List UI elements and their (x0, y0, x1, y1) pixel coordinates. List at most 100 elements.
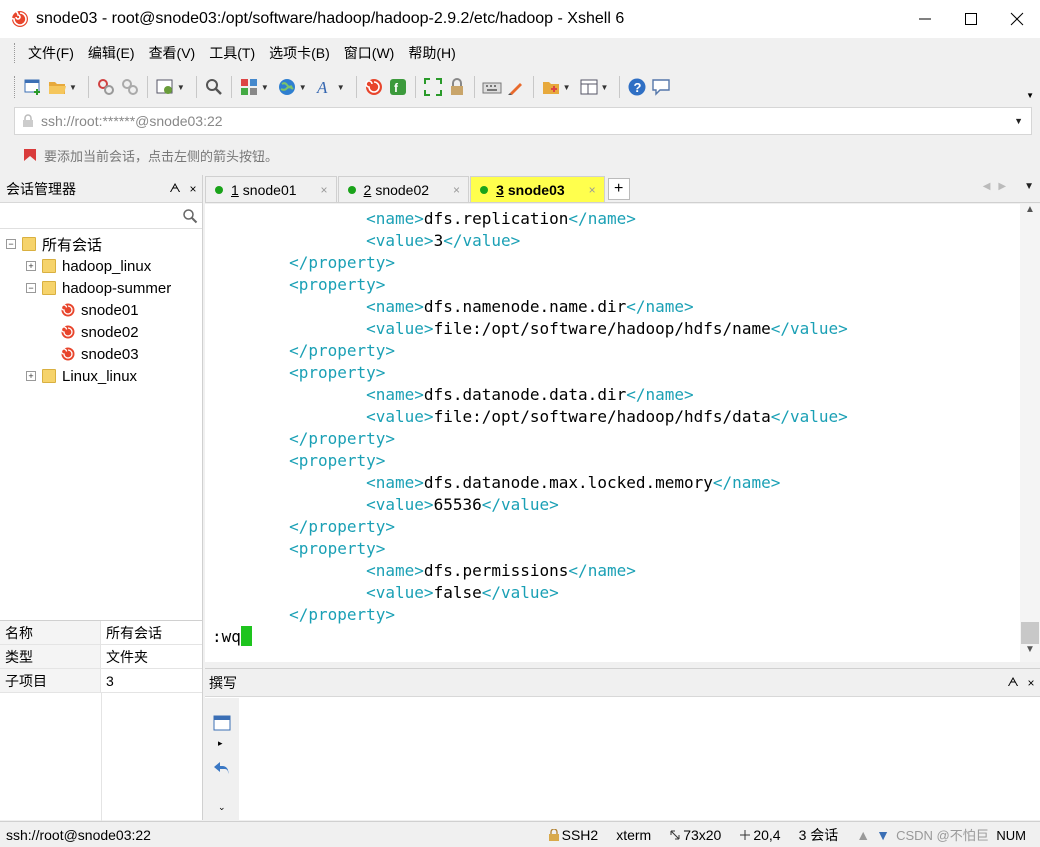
lock-button[interactable] (447, 74, 467, 100)
disconnect-button[interactable] (120, 74, 140, 100)
tree-session-snode02[interactable]: snode02 (0, 321, 202, 343)
toolbar-separator (87, 76, 89, 98)
font-dropdown-icon[interactable]: ▼ (337, 83, 345, 92)
tab-close-icon[interactable]: × (589, 183, 596, 197)
encoding-dropdown-icon[interactable]: ▼ (299, 83, 307, 92)
xftp-icon: f (389, 79, 406, 95)
status-upload-icon[interactable]: ▲ (856, 827, 870, 843)
encoding-button[interactable]: ▼ (277, 74, 311, 100)
tree-label: snode01 (81, 301, 139, 319)
menu-view[interactable]: 查看(V) (142, 38, 203, 68)
tree-folder-hadoop-linux[interactable]: + hadoop_linux (0, 255, 202, 277)
tree-expander[interactable]: + (26, 261, 36, 271)
bookmark-arrow-icon[interactable] (22, 147, 38, 163)
menu-help[interactable]: 帮助(H) (401, 38, 462, 68)
tab-list-dropdown-icon[interactable]: ▼ (1024, 181, 1034, 192)
keyboard-button[interactable] (482, 74, 502, 100)
open-dropdown-icon[interactable]: ▼ (69, 83, 77, 92)
compose-more-icon[interactable]: ⌄ (218, 802, 226, 813)
compose-expand-icon[interactable]: ▸ (218, 738, 223, 749)
pin-icon[interactable]: ᗅ (1004, 675, 1022, 690)
tree-label: snode03 (81, 345, 139, 363)
tab-snode02[interactable]: 2 snode02 × (337, 176, 470, 202)
search-icon[interactable] (182, 208, 198, 224)
xml-open-tag: <name> (366, 209, 424, 228)
xshell-button[interactable] (364, 74, 384, 100)
tab-close-icon[interactable]: × (453, 183, 460, 197)
help-button[interactable]: ? (627, 74, 647, 100)
tree-label: hadoop-summer (62, 279, 172, 297)
properties-button[interactable]: ▼ (155, 74, 189, 100)
close-button[interactable] (994, 0, 1040, 38)
layout-button[interactable]: ▼ (239, 74, 273, 100)
tree-root[interactable]: − 所有会话 (0, 233, 202, 255)
minimize-button[interactable] (902, 0, 948, 38)
panel-close-icon[interactable]: × (184, 182, 202, 196)
tree-folder-hadoop-summer[interactable]: − hadoop-summer (0, 277, 202, 299)
terminal-output[interactable]: <name>dfs.replication</name> <value>3</v… (205, 204, 1020, 662)
layout-dropdown-icon[interactable]: ▼ (261, 83, 269, 92)
xml-close-tag: </value> (481, 495, 559, 514)
menu-tools[interactable]: 工具(T) (202, 38, 262, 68)
tab-prev-icon[interactable]: ◀ (983, 181, 991, 192)
tab-close-icon[interactable]: × (321, 183, 328, 197)
session-search-input[interactable] (0, 203, 182, 228)
tree-label: 所有会话 (42, 236, 103, 254)
scroll-up-icon[interactable]: ▲ (1020, 204, 1040, 222)
xml-text: file:/opt/software/hadoop/hdfs/data (433, 407, 771, 426)
tree-session-snode03[interactable]: snode03 (0, 343, 202, 365)
xftp-button[interactable]: f (388, 74, 408, 100)
session-icon (60, 325, 75, 339)
status-download-icon[interactable]: ▼ (876, 827, 890, 843)
xml-open-tag: <value> (366, 319, 434, 338)
tab-next-icon[interactable]: ▶ (998, 181, 1006, 192)
session-tree: − 所有会话 + hadoop_linux − hadoop-summer sn… (0, 229, 202, 387)
window-layout-dropdown-icon[interactable]: ▼ (601, 83, 609, 92)
scroll-thumb[interactable] (1021, 622, 1039, 644)
add-tab-button[interactable]: + (607, 178, 630, 200)
connect-button[interactable] (96, 74, 116, 100)
folder-dropdown-icon[interactable]: ▼ (563, 83, 571, 92)
tab-snode03[interactable]: 3 snode03 × (470, 176, 605, 202)
session-icon (60, 347, 75, 361)
fullscreen-button[interactable] (423, 74, 443, 100)
open-session-button[interactable]: ▼ (47, 74, 81, 100)
window-layout-button[interactable]: ▼ (579, 74, 613, 100)
toolbar-overflow-icon[interactable]: ▼ (1026, 91, 1034, 100)
terminal-line: </property> (212, 428, 1020, 450)
layout-icon (240, 79, 257, 95)
address-bar[interactable]: ssh://root:******@snode03:22 ▼ (14, 107, 1032, 135)
pin-icon[interactable]: ᗅ (166, 181, 184, 196)
find-button[interactable] (204, 74, 224, 100)
menu-tabs[interactable]: 选项卡(B) (262, 38, 337, 68)
terminal-scrollbar[interactable]: ▲ ▼ (1020, 204, 1040, 662)
panel-close-icon[interactable]: × (1022, 676, 1040, 690)
compose-window-icon[interactable] (212, 713, 232, 733)
chat-button[interactable] (651, 74, 671, 100)
tree-expander[interactable]: − (26, 283, 36, 293)
font-button[interactable]: A ▼ (315, 74, 349, 100)
maximize-button[interactable] (948, 0, 994, 38)
status-protocol: SSH2 (548, 827, 598, 843)
highlight-button[interactable] (506, 74, 526, 100)
tree-session-snode01[interactable]: snode01 (0, 299, 202, 321)
tree-folder-linux-linux[interactable]: + Linux_linux (0, 365, 202, 387)
properties-dropdown-icon[interactable]: ▼ (177, 83, 185, 92)
toolbar-separator (355, 76, 357, 98)
undo-arrow-icon[interactable] (212, 758, 232, 778)
terminal-line: <name>dfs.permissions</name> (212, 560, 1020, 582)
xml-open-tag: </property> (289, 253, 396, 272)
tree-expander[interactable]: − (6, 239, 16, 249)
address-dropdown-icon[interactable]: ▼ (1014, 116, 1023, 126)
menu-file[interactable]: 文件(F) (21, 38, 81, 68)
menu-bar: 文件(F) 编辑(E) 查看(V) 工具(T) 选项卡(B) 窗口(W) 帮助(… (0, 38, 1040, 68)
tree-expander[interactable]: + (26, 371, 36, 381)
new-session-button[interactable] (23, 74, 43, 100)
tab-snode01[interactable]: 1 snode01 × (205, 176, 337, 202)
xml-text: file:/opt/software/hadoop/hdfs/name (433, 319, 771, 338)
scroll-down-icon[interactable]: ▼ (1020, 644, 1040, 662)
menu-window[interactable]: 窗口(W) (337, 38, 402, 68)
new-folder-button[interactable]: ▼ (541, 74, 575, 100)
menu-edit[interactable]: 编辑(E) (81, 38, 142, 68)
